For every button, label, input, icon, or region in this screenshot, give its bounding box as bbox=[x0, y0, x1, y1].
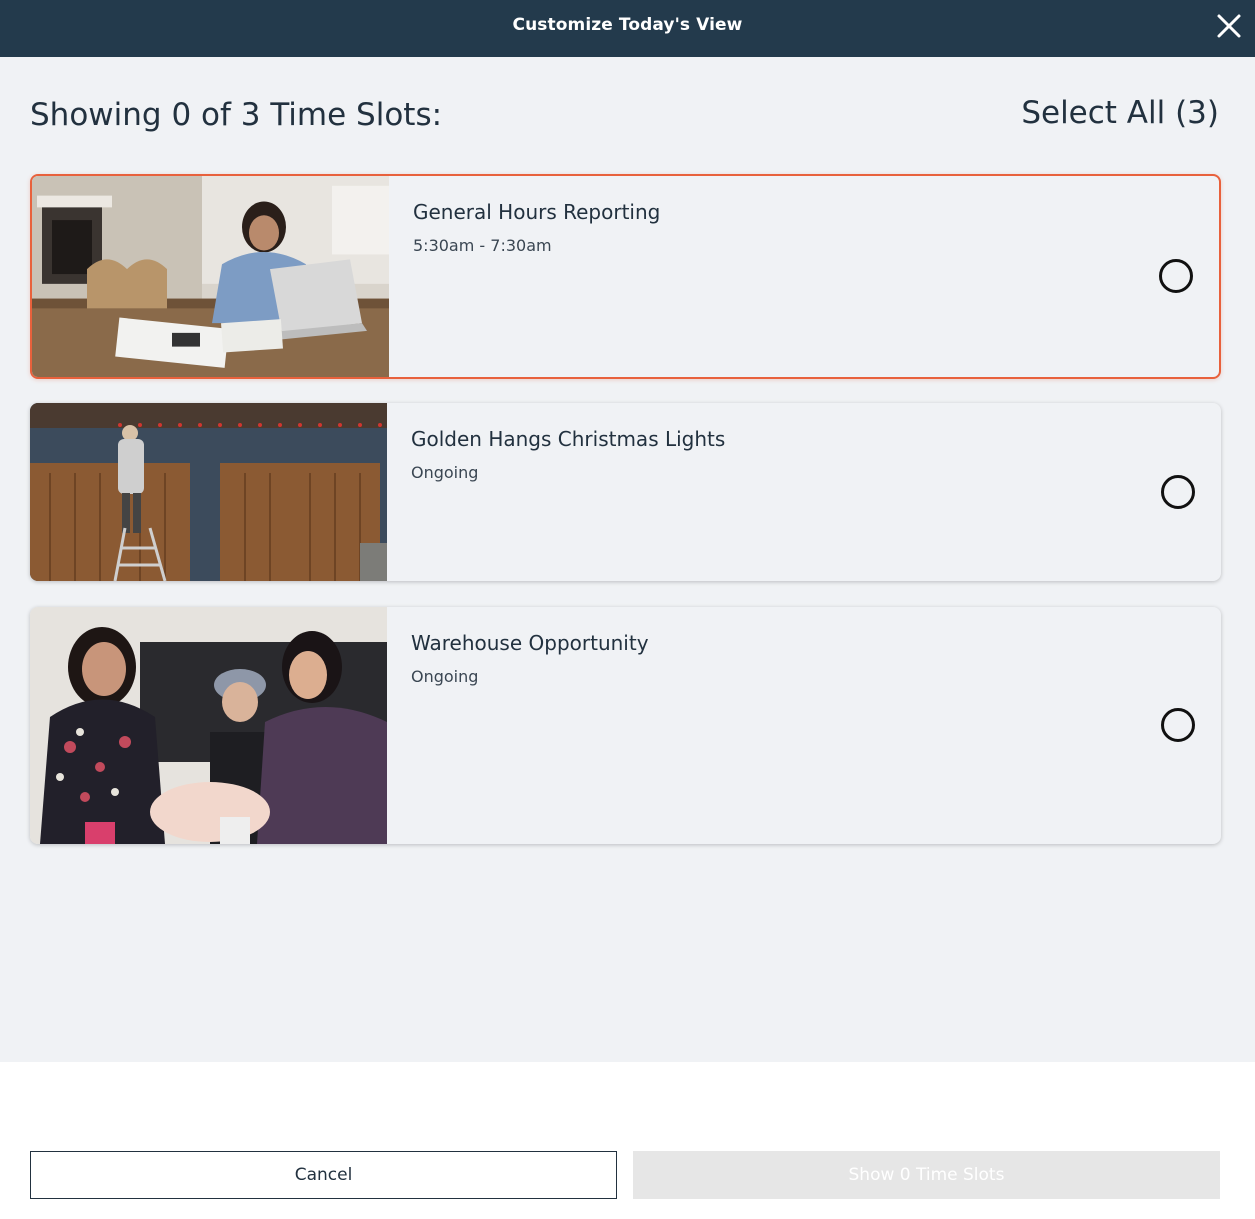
time-slot-image bbox=[30, 607, 387, 844]
close-button[interactable] bbox=[1213, 10, 1245, 42]
time-slot-card[interactable]: Warehouse Opportunity Ongoing bbox=[30, 607, 1221, 844]
time-slot-subtitle: Ongoing bbox=[411, 463, 479, 482]
close-icon bbox=[1217, 14, 1241, 38]
modal-title: Customize Today's View bbox=[512, 15, 743, 35]
time-slot-card[interactable]: General Hours Reporting 5:30am - 7:30am bbox=[30, 174, 1221, 379]
time-slot-image bbox=[32, 176, 389, 377]
modal-header: Customize Today's View bbox=[0, 0, 1255, 57]
slot-radio-button[interactable] bbox=[1161, 475, 1195, 509]
modal-footer: Cancel Show 0 Time Slots bbox=[0, 1062, 1255, 1219]
select-all-button[interactable]: Select All (3) bbox=[1021, 95, 1219, 131]
time-slot-subtitle: Ongoing bbox=[411, 667, 479, 686]
time-slot-card[interactable]: Golden Hangs Christmas Lights Ongoing bbox=[30, 403, 1221, 581]
slot-radio-button[interactable] bbox=[1161, 708, 1195, 742]
cancel-button[interactable]: Cancel bbox=[30, 1151, 617, 1199]
page-title: Showing 0 of 3 Time Slots: bbox=[30, 97, 443, 133]
show-time-slots-button[interactable]: Show 0 Time Slots bbox=[633, 1151, 1220, 1199]
modal-body: Showing 0 of 3 Time Slots: Select All (3… bbox=[0, 57, 1255, 1062]
slot-radio-button[interactable] bbox=[1159, 259, 1193, 293]
time-slot-title: Golden Hangs Christmas Lights bbox=[411, 427, 726, 451]
time-slot-title: Warehouse Opportunity bbox=[411, 631, 649, 655]
time-slot-title: General Hours Reporting bbox=[413, 200, 661, 224]
time-slot-image bbox=[30, 403, 387, 581]
time-slot-subtitle: 5:30am - 7:30am bbox=[413, 236, 552, 255]
